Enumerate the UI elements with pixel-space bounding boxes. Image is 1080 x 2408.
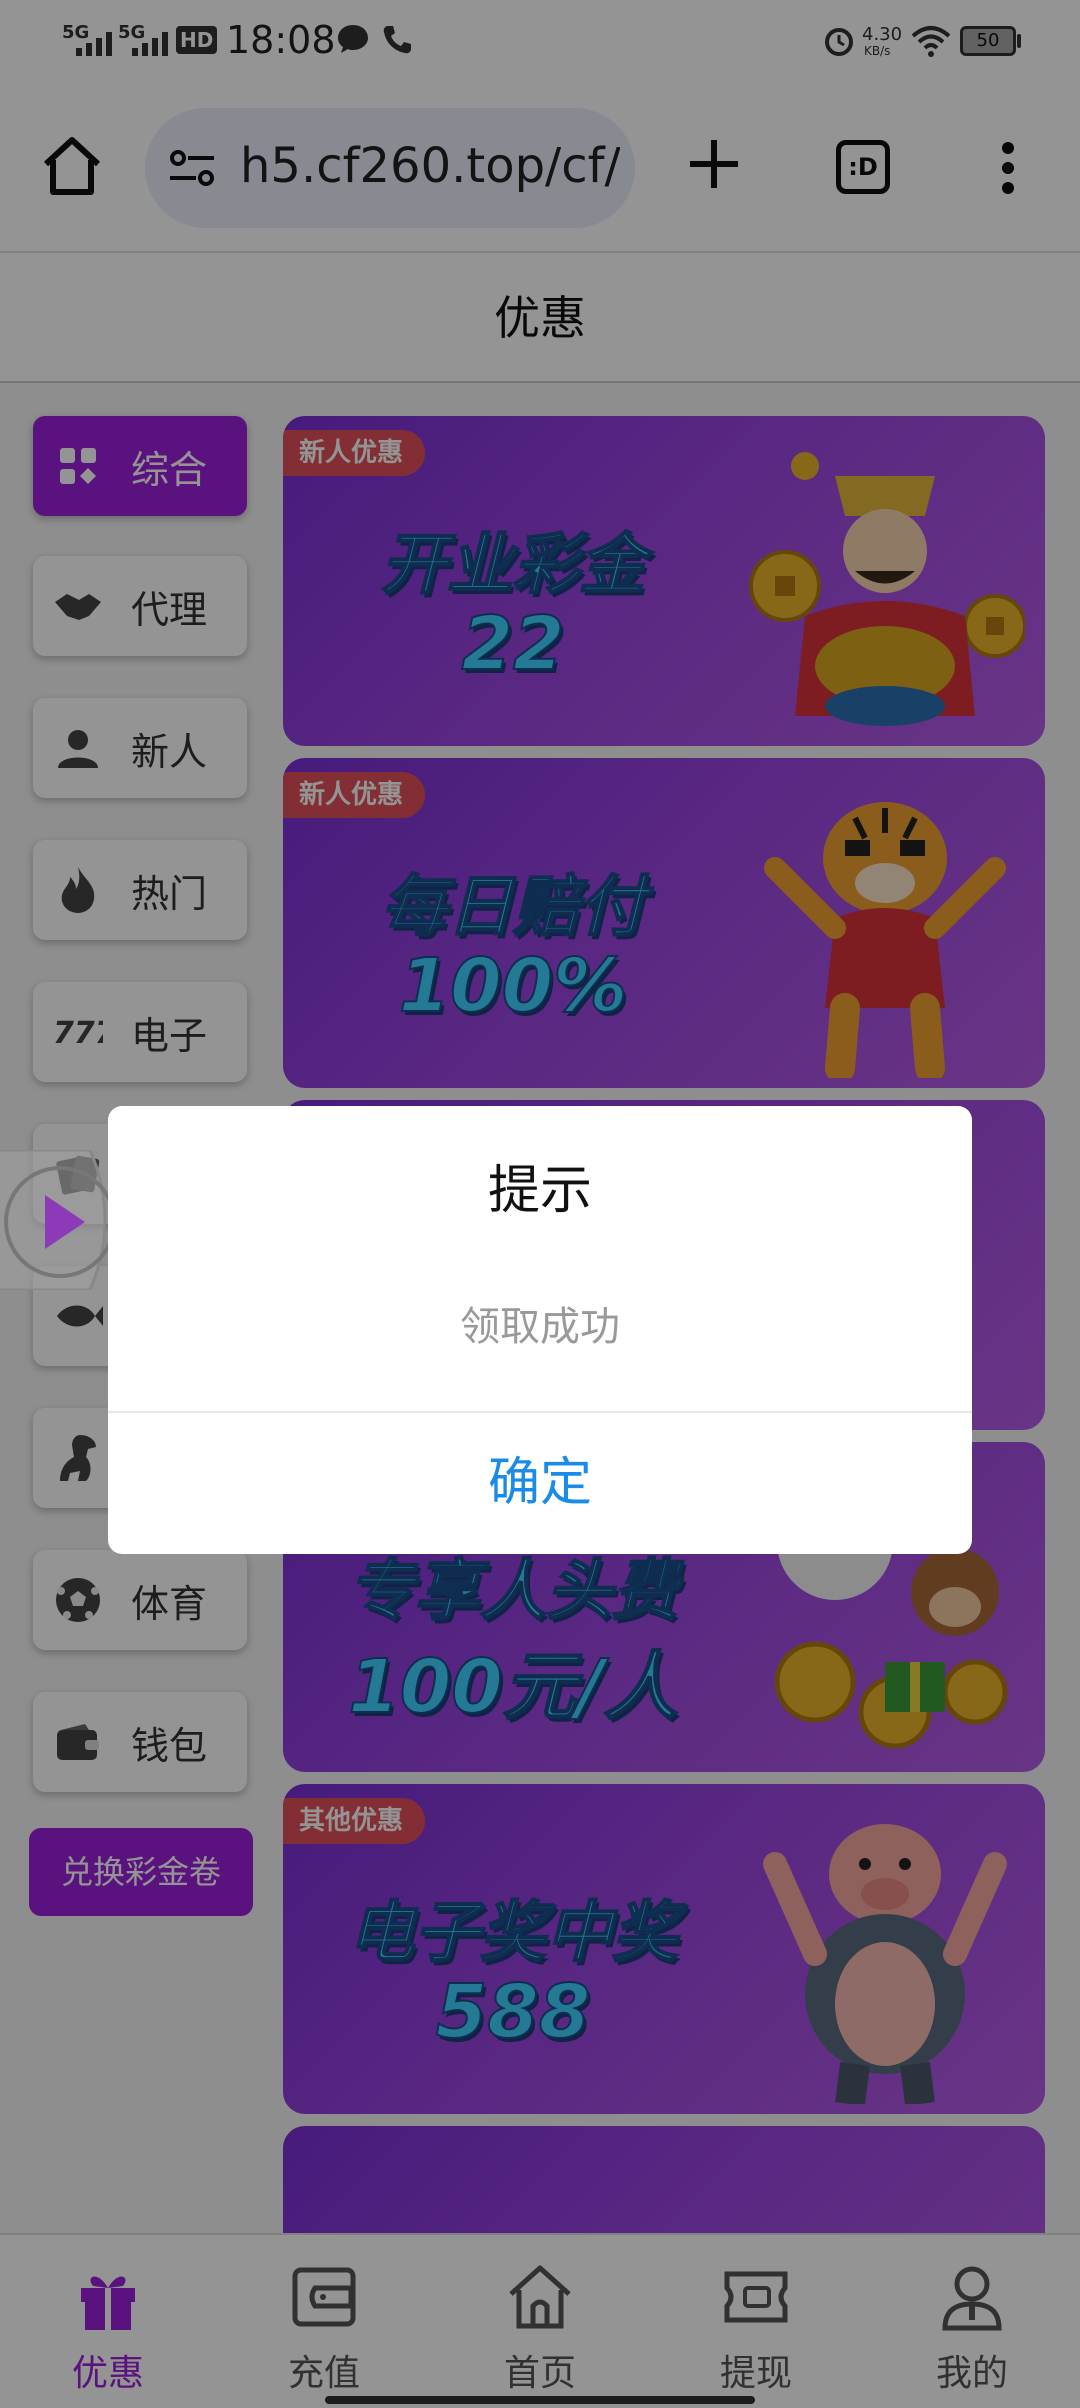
alert-dialog: 提示 领取成功 确定 <box>108 1106 972 1554</box>
confirm-button[interactable]: 确定 <box>108 1413 972 1554</box>
dialog-message: 领取成功 <box>460 1304 620 1350</box>
floating-play-button[interactable] <box>0 1150 120 1290</box>
dialog-title: 提示 <box>487 1161 592 1221</box>
